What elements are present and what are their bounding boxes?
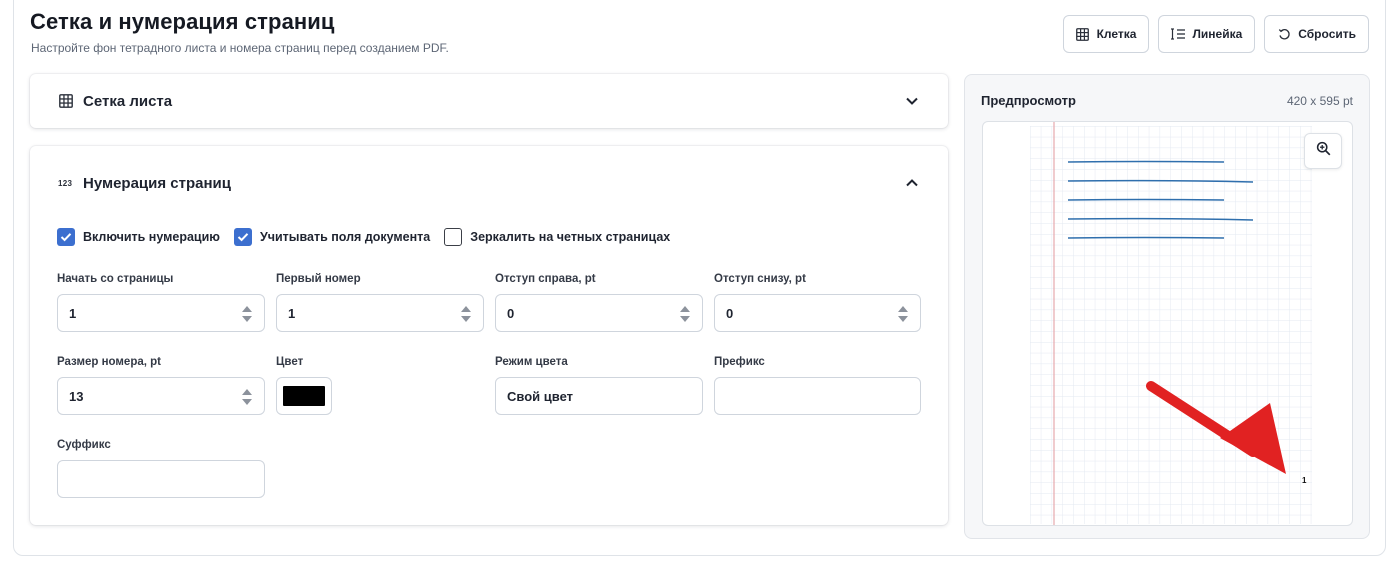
grid-panel-header[interactable]: Сетка листа: [30, 74, 948, 128]
preview-page-number: 1: [1302, 476, 1307, 485]
color-mode-select[interactable]: Свой цвет: [495, 377, 703, 415]
numbers-icon: 123: [58, 178, 73, 188]
preview-panel: Предпросмотр 420 x 595 pt 1: [964, 74, 1370, 539]
chevron-down-icon[interactable]: [904, 93, 920, 109]
spinner-icon[interactable]: [242, 389, 252, 405]
enable-numbering-label: Включить нумерацию: [83, 230, 220, 244]
lines-preset-button[interactable]: Линейка: [1158, 15, 1256, 53]
first-number-value: 1: [288, 305, 296, 321]
spinner-icon[interactable]: [680, 306, 690, 322]
preview-title: Предпросмотр: [981, 93, 1076, 108]
checkbox-checked[interactable]: [233, 228, 252, 246]
offset-right-label: Отступ справа, pt: [495, 273, 596, 285]
grid-settings-panel: Сетка листа: [30, 74, 948, 128]
offset-bottom-label: Отступ снизу, pt: [714, 273, 806, 285]
grid-panel-title: Сетка листа: [83, 92, 173, 110]
reset-icon: [1277, 27, 1291, 41]
zoom-button[interactable]: [1304, 133, 1342, 169]
toolbar: Клетка Линейка Сбросить: [1062, 15, 1369, 53]
reset-label: Сбросить: [1298, 27, 1356, 41]
numbering-panel-header[interactable]: 123 Нумерация страниц: [30, 146, 948, 220]
color-picker[interactable]: [276, 377, 332, 415]
sheet-canvas: [1030, 122, 1312, 525]
mirror-even-pages-checkbox[interactable]: Зеркалить на четных страницах: [444, 228, 670, 246]
enable-numbering-checkbox[interactable]: Включить нумерацию: [57, 228, 220, 246]
suffix-label: Суффикс: [57, 439, 111, 451]
first-number-input[interactable]: 1: [276, 294, 484, 332]
page-subtitle: Настройте фон тетрадного листа и номера …: [31, 41, 449, 55]
offset-bottom-input[interactable]: 0: [714, 294, 921, 332]
start-page-value: 1: [69, 305, 77, 321]
zoom-in-icon: [1316, 141, 1331, 161]
reset-button[interactable]: Сбросить: [1264, 15, 1369, 53]
prefix-label: Префикс: [714, 356, 765, 368]
color-mode-value: Свой цвет: [507, 388, 573, 404]
checkbox-checked[interactable]: [57, 228, 75, 246]
grid-icon: [58, 93, 74, 109]
numbering-settings-panel: 123 Нумерация страниц Включить нумерацию…: [30, 146, 948, 525]
color-label: Цвет: [276, 356, 304, 368]
grid-icon: [1076, 27, 1090, 41]
number-size-value: 13: [69, 388, 84, 404]
grid-preset-button[interactable]: Клетка: [1062, 15, 1150, 53]
lines-preset-label: Линейка: [1192, 27, 1243, 41]
spinner-icon[interactable]: [242, 306, 252, 322]
color-swatch: [283, 386, 325, 406]
preview-sheet: 1: [982, 121, 1353, 526]
numbering-panel-title: Нумерация страниц: [83, 174, 231, 192]
page-title: Сетка и нумерация страниц: [30, 9, 335, 34]
respect-margins-checkbox[interactable]: Учитывать поля документа: [233, 228, 431, 246]
prefix-input[interactable]: [714, 377, 921, 415]
spinner-icon[interactable]: [898, 306, 908, 322]
preview-size: 420 x 595 pt: [1286, 94, 1353, 108]
color-mode-label: Режим цвета: [495, 356, 568, 368]
numbering-options: Включить нумерацию Учитывать поля докуме…: [57, 228, 670, 246]
number-size-input[interactable]: 13: [57, 377, 265, 415]
respect-margins-label: Учитывать поля документа: [259, 230, 431, 244]
grid-preset-label: Клетка: [1096, 27, 1137, 41]
checkbox-unchecked[interactable]: [444, 228, 463, 246]
spinner-icon[interactable]: [461, 306, 471, 322]
mirror-even-pages-label: Зеркалить на четных страницах: [470, 230, 671, 244]
number-size-label: Размер номера, pt: [57, 356, 161, 368]
lines-icon: [1171, 27, 1186, 41]
chevron-up-icon[interactable]: [904, 175, 920, 191]
first-number-label: Первый номер: [276, 273, 361, 285]
offset-right-value: 0: [507, 305, 515, 321]
offset-bottom-value: 0: [726, 305, 734, 321]
start-page-input[interactable]: 1: [57, 294, 265, 332]
start-page-label: Начать со страницы: [57, 273, 174, 285]
offset-right-input[interactable]: 0: [495, 294, 703, 332]
suffix-input[interactable]: [57, 460, 265, 498]
